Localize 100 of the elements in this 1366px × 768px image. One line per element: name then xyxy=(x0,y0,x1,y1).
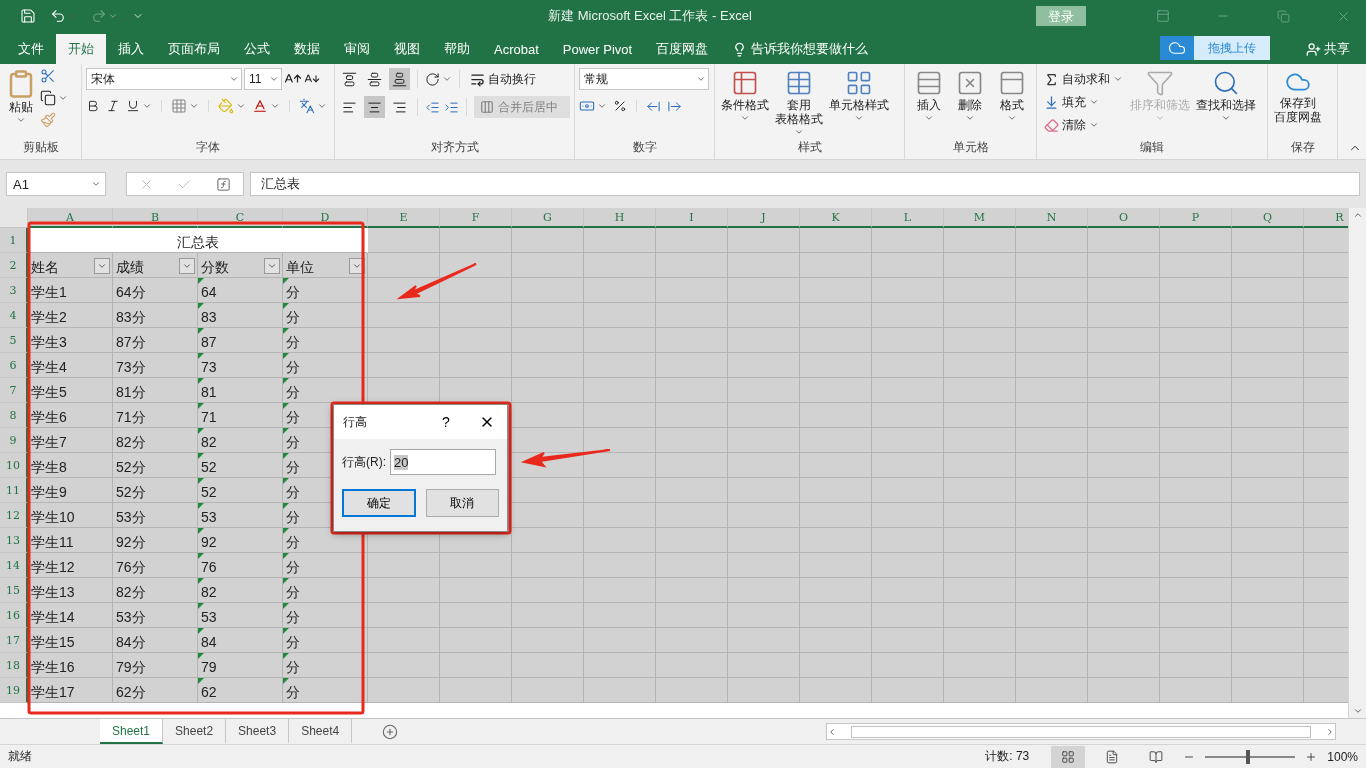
column-header[interactable]: F xyxy=(440,208,512,228)
wrap-text-button[interactable]: 自动换行 xyxy=(467,68,539,90)
table-cell: 52分 xyxy=(113,478,198,503)
tell-me-search[interactable]: 告诉我你想要做什么 xyxy=(726,34,875,64)
group-label: 保存 xyxy=(1289,139,1316,156)
dialog-button[interactable]: 确定 xyxy=(342,489,416,517)
table-cell: 52 xyxy=(198,453,283,478)
ribbon-tab[interactable]: 审阅 xyxy=(332,34,382,64)
table-cell: 71分 xyxy=(113,403,198,428)
row-header[interactable]: 15 xyxy=(0,578,28,603)
currency-icon xyxy=(579,98,595,114)
ribbon-tab[interactable]: Power Pivot xyxy=(550,34,645,64)
row-header[interactable]: 12 xyxy=(0,503,28,528)
table-cell: 92分 xyxy=(113,528,198,553)
column-header[interactable]: K xyxy=(800,208,872,228)
name-box[interactable]: A1 xyxy=(6,172,106,196)
row-header[interactable]: 18 xyxy=(0,653,28,678)
cell-button[interactable]: 格式 xyxy=(996,68,1029,139)
ribbon-tab[interactable]: 插入 xyxy=(106,34,156,64)
ribbon-tab[interactable]: 数据 xyxy=(282,34,332,64)
ribbon-tab[interactable]: 文件 xyxy=(6,34,56,64)
redo-icon xyxy=(91,8,107,24)
eraser-icon xyxy=(1044,117,1059,133)
ribbon-tab[interactable]: 视图 xyxy=(382,34,432,64)
row-header[interactable]: 8 xyxy=(0,403,28,428)
row-header[interactable]: 5 xyxy=(0,328,28,353)
number-format-field[interactable]: 常规 xyxy=(579,68,709,90)
ribbon-tab[interactable]: 页面布局 xyxy=(156,34,232,64)
paste-button[interactable]: 粘贴 xyxy=(4,68,38,139)
row-header[interactable]: 3 xyxy=(0,278,28,303)
sheet-tab[interactable]: Sheet1 xyxy=(100,719,164,744)
column-header[interactable]: G xyxy=(512,208,584,228)
font-name-field[interactable]: 宋体 xyxy=(86,68,242,90)
row-header[interactable]: 1 xyxy=(0,228,28,253)
header-cell: 成绩 xyxy=(113,253,198,278)
caret-icon xyxy=(189,101,199,111)
dialog-button[interactable]: 取消 xyxy=(425,489,499,517)
column-header[interactable]: R xyxy=(1304,208,1348,228)
row-header[interactable]: 6 xyxy=(0,353,28,378)
edit-button[interactable]: 填充 xyxy=(1041,91,1126,113)
save-to-cloud-button[interactable]: 保存到 百度网盘 xyxy=(1272,68,1324,139)
style-button[interactable]: 套用 表格格式 xyxy=(773,68,825,139)
column-header[interactable]: Q xyxy=(1232,208,1304,228)
formula-field[interactable]: 汇总表 xyxy=(250,172,1360,196)
ribbon-tab[interactable]: 百度网盘 xyxy=(644,34,721,64)
table-cell: 64 xyxy=(198,278,283,303)
table-cell: 学生11 xyxy=(28,528,113,553)
login-button[interactable]: 登录 xyxy=(1036,6,1086,26)
row-height-input[interactable]: 20 xyxy=(390,449,496,475)
column-header[interactable]: I xyxy=(656,208,728,228)
column-header[interactable]: J xyxy=(728,208,800,228)
column-header[interactable]: H xyxy=(584,208,656,228)
align-center-button[interactable] xyxy=(364,96,385,118)
normal-view-button[interactable] xyxy=(1051,745,1086,768)
column-header[interactable]: E xyxy=(368,208,440,228)
row-header[interactable]: 14 xyxy=(0,553,28,578)
font-size-field[interactable]: 11 xyxy=(244,68,282,90)
grid-icon xyxy=(1061,749,1076,764)
row-header[interactable]: 4 xyxy=(0,303,28,328)
ribbon-tab[interactable]: Acrobat xyxy=(482,34,551,64)
row-header[interactable]: 9 xyxy=(0,428,28,453)
caret-icon xyxy=(58,93,68,103)
italic-icon xyxy=(106,99,120,113)
help-button[interactable]: ? xyxy=(429,413,463,431)
edit-button[interactable]: 查找和选择 xyxy=(1194,68,1258,139)
zoom-level: 100% xyxy=(1327,749,1358,764)
cell-button[interactable]: 插入 xyxy=(912,68,945,139)
column-header[interactable]: O xyxy=(1088,208,1160,228)
row-header[interactable]: 13 xyxy=(0,528,28,553)
row-header[interactable]: 19 xyxy=(0,678,28,703)
caret-icon xyxy=(1007,113,1018,123)
row-header[interactable]: 11 xyxy=(0,478,28,503)
percent-icon xyxy=(613,99,627,113)
row-header[interactable]: 2 xyxy=(0,253,28,278)
column-header[interactable]: P xyxy=(1160,208,1232,228)
style-button[interactable]: 条件格式 xyxy=(719,68,771,139)
ribbon-tab[interactable]: 帮助 xyxy=(432,34,482,64)
align-bottom-button[interactable] xyxy=(389,68,410,90)
upload-button[interactable]: 拖拽上传 xyxy=(1160,36,1270,60)
cell-button[interactable]: 删除 xyxy=(954,68,987,139)
column-header[interactable]: M xyxy=(944,208,1016,228)
share-button[interactable]: 共享 xyxy=(1300,34,1356,64)
row-header[interactable]: 10 xyxy=(0,453,28,478)
edit-button[interactable]: 自动求和 xyxy=(1041,68,1126,90)
save-icon xyxy=(20,8,36,24)
column-header[interactable]: N xyxy=(1016,208,1088,228)
column-header[interactable]: L xyxy=(872,208,944,228)
horizontal-scrollbar[interactable] xyxy=(826,723,1336,740)
table-cell: 学生7 xyxy=(28,428,113,453)
row-header[interactable]: 16 xyxy=(0,603,28,628)
sort-filter-icon xyxy=(1146,69,1174,97)
ribbon-tab[interactable]: 开始 xyxy=(56,34,106,64)
ribbon-tab[interactable]: 公式 xyxy=(232,34,282,64)
scrollbar-thumb[interactable] xyxy=(851,725,1311,738)
row-header[interactable]: 7 xyxy=(0,378,28,403)
zoom-thumb[interactable] xyxy=(1246,749,1251,764)
caret-icon xyxy=(142,101,152,111)
edit-button[interactable]: 清除 xyxy=(1041,114,1126,136)
row-header[interactable]: 17 xyxy=(0,628,28,653)
style-button[interactable]: 单元格样式 xyxy=(827,68,891,139)
